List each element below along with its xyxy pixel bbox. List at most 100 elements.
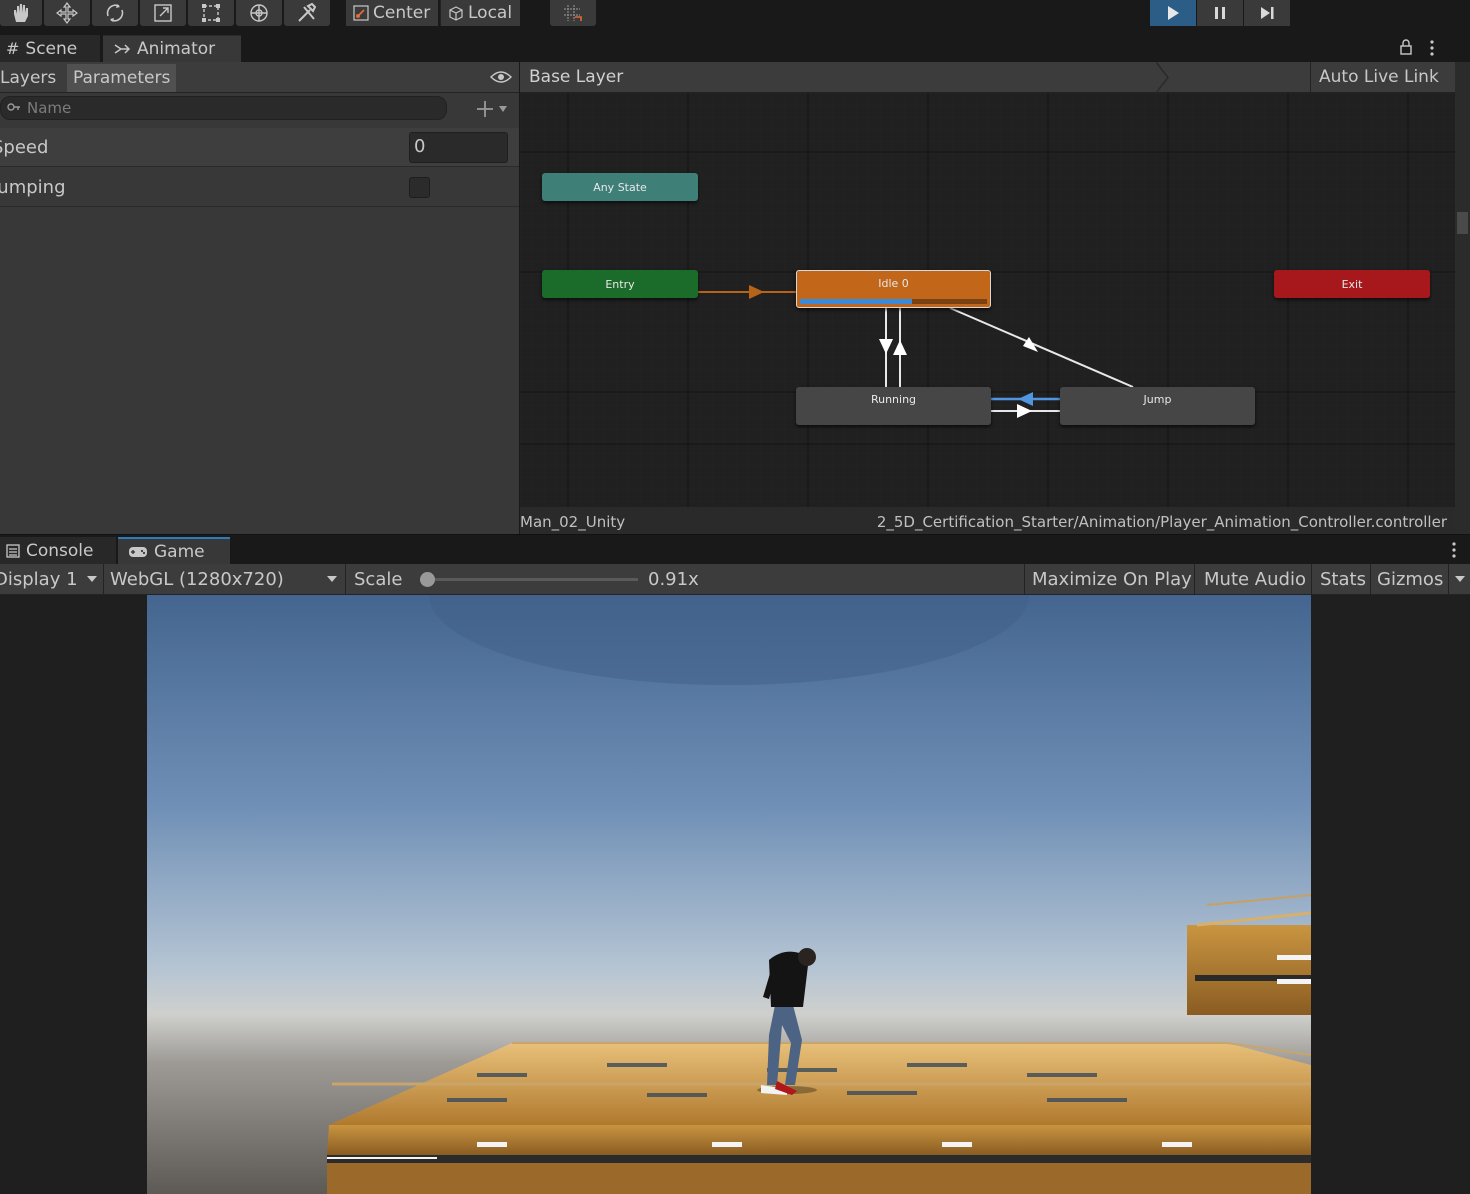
maximize-on-play-toggle[interactable]: Maximize On Play	[1026, 564, 1198, 594]
eye-icon[interactable]	[490, 70, 512, 84]
custom-tool-button[interactable]	[284, 0, 330, 26]
state-entry[interactable]: Entry	[542, 270, 698, 298]
status-object-name: Man_02_Unity	[520, 513, 626, 531]
grid-snap-icon	[564, 5, 582, 21]
gizmos-label: Gizmos	[1377, 568, 1444, 590]
game-toolbar: Display 1 WebGL (1280x720) Scale 0.91x M…	[0, 564, 1470, 595]
breadcrumb-base-layer: Base Layer	[529, 67, 624, 87]
scale-slider-thumb[interactable]	[420, 572, 435, 587]
pause-button[interactable]	[1197, 0, 1243, 26]
separator	[1194, 564, 1195, 594]
parameters-tab[interactable]: Parameters	[67, 64, 177, 92]
scale-value-text: 0.91x	[648, 568, 699, 590]
more-options-icon[interactable]	[1450, 541, 1458, 559]
main-toolbar: Center Local	[0, 0, 1470, 33]
display-label: Display 1	[0, 568, 78, 590]
lock-icon[interactable]	[1399, 39, 1413, 55]
state-any-state[interactable]: Any State	[542, 173, 698, 201]
state-label: Jump	[1143, 393, 1172, 406]
state-running[interactable]: Running	[796, 387, 991, 425]
graph-vertical-scrollbar[interactable]	[1455, 62, 1470, 534]
jump-running-arrow-icon	[1018, 392, 1033, 406]
status-controller-path: 2_5D_Certification_Starter/Animation/Pla…	[876, 513, 1447, 531]
breadcrumb-arrow-icon	[1156, 62, 1169, 93]
idle-progress-fill	[800, 299, 913, 304]
tab-scene-label: Scene	[25, 38, 78, 59]
gizmos-toggle[interactable]: Gizmos	[1371, 564, 1449, 594]
parameter-name: Speed	[0, 137, 49, 158]
play-icon	[1168, 6, 1179, 20]
step-button[interactable]	[1244, 0, 1290, 26]
game-render[interactable]	[147, 595, 1311, 1194]
tab-game[interactable]: Game	[118, 537, 230, 564]
bottom-tab-bar: Console Game	[0, 534, 1470, 564]
parameter-search-input[interactable]	[27, 99, 407, 117]
parameter-row-speed[interactable]: Speed 0	[0, 128, 519, 167]
pivot-center-toggle[interactable]: Center	[346, 0, 439, 26]
layers-tab[interactable]: Layers	[0, 64, 62, 92]
hand-icon	[14, 4, 28, 22]
pivot-center-label: Center	[373, 3, 431, 23]
scene-hash-icon: #	[6, 39, 20, 58]
pivot-local-toggle[interactable]: Local	[440, 0, 521, 26]
move-tool-button[interactable]	[44, 0, 90, 26]
hand-tool-button[interactable]	[0, 0, 42, 26]
parameters-header: Layers Parameters	[0, 62, 519, 93]
state-idle[interactable]: Idle 0	[796, 270, 991, 308]
layers-tab-label: Layers	[0, 68, 57, 88]
more-options-icon[interactable]	[1428, 39, 1436, 57]
plus-icon	[477, 101, 493, 117]
search-icon	[7, 103, 20, 111]
speed-value-field[interactable]: 0	[409, 132, 508, 163]
scale-slider-track[interactable]	[420, 572, 638, 587]
rotate-tool-button[interactable]	[92, 0, 138, 26]
console-icon	[6, 543, 20, 558]
auto-live-link-label: Auto Live Link	[1319, 67, 1439, 87]
top-tab-bar: # Scene Animator	[0, 33, 1470, 62]
step-icon	[1261, 7, 1274, 19]
main-platform	[327, 1042, 1311, 1194]
chevron-down-icon	[499, 106, 507, 112]
parameter-name: Jumping	[0, 177, 66, 198]
parameters-tab-label: Parameters	[73, 68, 171, 88]
state-label: Running	[870, 393, 917, 406]
move-icon	[56, 2, 78, 24]
breadcrumb[interactable]: Base Layer	[520, 62, 644, 92]
tools-icon	[298, 2, 317, 22]
parameter-search-field[interactable]	[0, 96, 447, 120]
animator-graph[interactable]: Any State Entry Idle 0 Exit Running Jump	[520, 93, 1455, 507]
rect-tool-button[interactable]	[188, 0, 234, 26]
graph-header: Base Layer Auto Live Link	[520, 62, 1455, 93]
mute-audio-toggle[interactable]: Mute Audio	[1198, 564, 1312, 594]
scale-tool-button[interactable]	[140, 0, 186, 26]
tab-console[interactable]: Console	[0, 537, 116, 564]
rect-transform-icon	[202, 4, 220, 22]
game-scene-image	[147, 595, 1311, 1194]
scale-label-text: Scale	[354, 568, 403, 590]
scrollbar-thumb[interactable]	[1457, 212, 1468, 234]
state-label: Idle 0	[878, 277, 909, 290]
state-exit[interactable]: Exit	[1274, 270, 1430, 298]
state-jump[interactable]: Jump	[1060, 387, 1255, 425]
pivot-center-icon	[353, 5, 369, 21]
grid-snap-button[interactable]	[550, 0, 596, 26]
transform-tool-button[interactable]	[236, 0, 282, 26]
auto-live-link-button[interactable]: Auto Live Link	[1310, 62, 1447, 92]
play-button[interactable]	[1150, 0, 1196, 26]
local-cube-icon	[449, 6, 463, 21]
display-dropdown[interactable]: Display 1	[0, 564, 102, 594]
gizmos-dropdown-icon[interactable]	[1454, 575, 1466, 583]
separator	[345, 564, 346, 594]
jump-to-idle-transition[interactable]	[949, 307, 1134, 388]
stats-toggle[interactable]: Stats	[1314, 564, 1372, 594]
parameter-row-jumping[interactable]: Jumping	[0, 168, 519, 207]
tab-animator-label: Animator	[137, 39, 216, 59]
tab-scene[interactable]: # Scene	[0, 35, 100, 62]
gamepad-icon	[129, 546, 147, 557]
add-parameter-button[interactable]	[476, 100, 508, 118]
jumping-checkbox[interactable]	[409, 177, 430, 198]
tab-animator[interactable]: Animator	[103, 35, 241, 62]
resolution-dropdown[interactable]: WebGL (1280x720)	[104, 564, 344, 594]
scale-icon	[154, 4, 172, 22]
parameters-panel: Layers Parameters Speed 0 Jumping	[0, 62, 519, 534]
